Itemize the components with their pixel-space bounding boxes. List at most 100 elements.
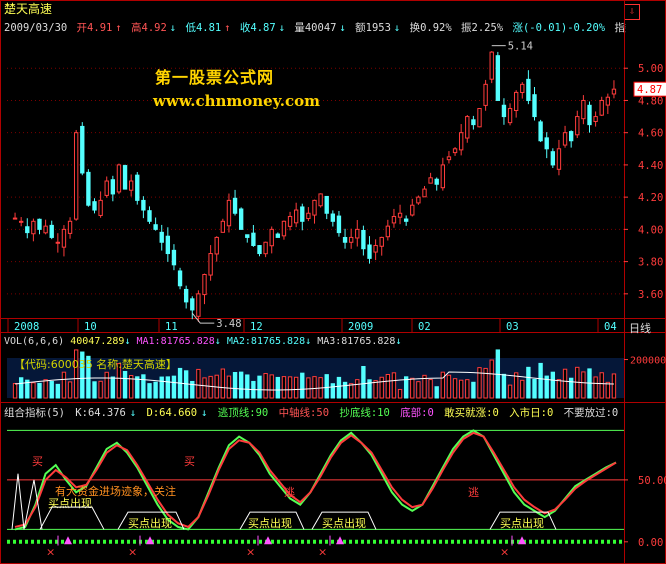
candle-body	[287, 215, 293, 227]
candle-body	[128, 180, 134, 191]
volume-bar	[165, 376, 171, 399]
volume-bar	[281, 376, 287, 399]
volume-bar	[202, 377, 207, 399]
candle-body	[568, 131, 574, 142]
candle-body	[135, 174, 140, 201]
volume-bar	[507, 384, 513, 399]
volume-bar	[153, 381, 158, 399]
candle-body	[49, 224, 54, 238]
ind-center: 中轴线:50	[278, 407, 330, 419]
candle-body	[98, 199, 103, 216]
candle-body	[251, 232, 256, 246]
candle-body	[348, 236, 354, 243]
buy-signal-label: 买	[184, 455, 195, 468]
candle-body	[489, 51, 494, 80]
candle-body	[171, 249, 177, 266]
candle-body	[532, 94, 537, 118]
escape-signal-label: 逃	[468, 486, 479, 499]
candle-body	[520, 83, 525, 94]
volume-bar	[385, 373, 391, 399]
candle-body	[92, 201, 97, 211]
candle-body	[355, 228, 360, 239]
volume-bar	[550, 371, 556, 399]
period-label[interactable]: 日线	[629, 320, 651, 336]
buy-signal-label: 买	[32, 455, 43, 468]
volume-bar	[159, 376, 164, 399]
down-arrow-icon: ↓	[395, 336, 402, 347]
candle-body	[104, 180, 109, 196]
candle-body	[147, 210, 152, 222]
volume-bar	[37, 382, 42, 399]
volume-bar	[562, 368, 568, 399]
panel-frames	[0, 0, 666, 564]
volume-bar	[171, 375, 177, 399]
volume-bar	[110, 376, 116, 399]
candle-body	[110, 179, 116, 195]
volume-bar	[31, 382, 36, 399]
candle-body	[159, 231, 164, 243]
candle-body	[318, 193, 323, 207]
volume-bar	[489, 359, 494, 399]
candle-body	[538, 121, 543, 142]
cross-marker: ×	[500, 546, 509, 559]
candle-body	[245, 234, 250, 238]
time-label: 2009	[348, 321, 373, 333]
volume-bar	[98, 380, 103, 399]
volume-bar	[300, 372, 305, 399]
buy-point-label: 买点出现	[500, 516, 544, 530]
candle-body	[300, 206, 305, 222]
candle-body	[465, 116, 470, 139]
vol-ma3: MA3:81765.828	[317, 336, 396, 347]
time-label: 10	[84, 321, 97, 333]
ind-no-miss: 不要放过:0	[563, 407, 619, 419]
low-note-label: 3.48	[216, 318, 241, 330]
escape-signal-label: 逃	[284, 486, 295, 499]
candle-body	[342, 236, 348, 243]
volume-bar	[324, 374, 329, 399]
candle-body	[605, 96, 611, 106]
candle-body	[220, 220, 226, 233]
volume-bar	[287, 376, 293, 399]
volume-bar	[428, 379, 433, 399]
time-label: 11	[165, 321, 178, 333]
volume-bar	[263, 373, 268, 399]
candle-body	[281, 220, 287, 237]
current-price-label: 4.87	[637, 84, 662, 96]
volume-bar	[135, 376, 140, 399]
volume-bar	[226, 375, 232, 399]
watermark-title: 第一股票公式网	[155, 68, 275, 87]
candle-body	[581, 99, 586, 120]
volume-bar	[257, 375, 262, 399]
volume-bar	[18, 377, 24, 399]
watermark-url[interactable]: www.chnmoney.com	[153, 92, 320, 110]
indicator-tick-label: 0.00	[638, 537, 663, 549]
buy-point-label: 买点出现	[248, 516, 292, 530]
candle-body	[324, 195, 329, 214]
volume-bar	[599, 372, 604, 399]
signal-envelope	[39, 506, 105, 530]
candle-body	[611, 88, 617, 95]
candle-body	[12, 217, 18, 220]
price-tick-label: 3.60	[638, 289, 663, 301]
time-label: 03	[506, 321, 519, 333]
candle-body	[177, 270, 183, 287]
candle-body	[562, 132, 568, 146]
volume-bar	[361, 365, 366, 399]
volume-bar	[293, 376, 299, 399]
vol-ma2: MA2:81765.828	[226, 336, 306, 347]
buy-triangle-marker	[64, 536, 72, 545]
candle-body	[526, 78, 531, 101]
time-label: 12	[250, 321, 263, 333]
price-axis: 5.00 4.80 4.60 4.40 4.20 4.00 3.80 3.60 4.87	[624, 63, 666, 301]
buy-point-label: 买点出现	[48, 496, 92, 510]
volume-bar	[232, 371, 238, 399]
volume-bar	[220, 368, 226, 399]
candle-body	[416, 196, 421, 204]
volume-bar	[581, 371, 586, 399]
volume-bar	[348, 383, 354, 399]
volume-bar	[49, 381, 54, 399]
cross-marker: ×	[246, 546, 255, 559]
candle-body	[458, 132, 464, 151]
candle-body	[37, 218, 42, 230]
candlestick-series: 5.14 3.48	[12, 41, 617, 330]
